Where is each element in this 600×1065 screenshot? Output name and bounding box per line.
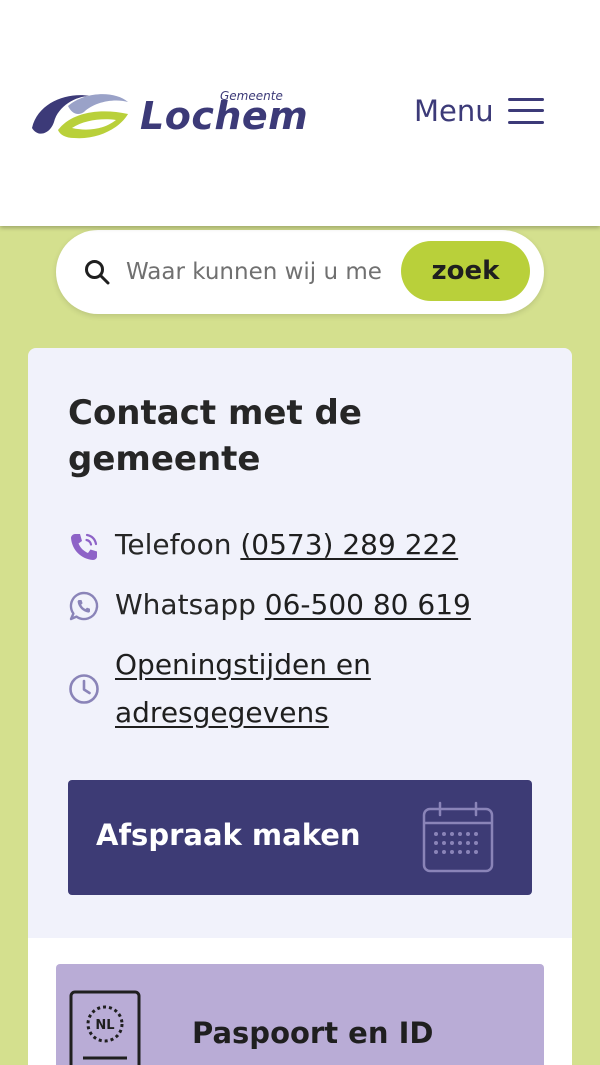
whatsapp-link[interactable]: 06-500 80 619 (265, 588, 471, 621)
phone-text: Telefoon (0573) 289 222 (115, 521, 458, 569)
phone-label: Telefoon (115, 528, 232, 561)
appointment-label: Afspraak maken (96, 818, 361, 852)
tile-label: Paspoort en ID (192, 1016, 434, 1050)
search-icon (85, 260, 110, 285)
passport-icon-text: NL (95, 1018, 114, 1033)
appointment-button[interactable]: Afspraak maken (68, 780, 532, 895)
menu-button[interactable]: Menu (414, 90, 544, 132)
search-bar: zoek (56, 230, 544, 314)
clock-icon (69, 674, 99, 704)
logo-swoosh-icon (32, 94, 128, 139)
hamburger-icon (507, 97, 544, 125)
gemeente-lochem-logo[interactable]: Gemeente Lochem (28, 86, 308, 142)
search-button[interactable]: zoek (401, 241, 530, 301)
site-header: Gemeente Lochem Menu (0, 0, 600, 226)
whatsapp-icon (69, 591, 99, 621)
calendar-icon (422, 801, 494, 873)
whatsapp-text: Whatsapp 06-500 80 619 (115, 581, 471, 629)
logo-name: Lochem (140, 94, 309, 138)
opening-hours-line1: Openingstijden en (115, 648, 371, 681)
passport-icon: NL (69, 990, 141, 1065)
services-panel: NL Paspoort en ID (28, 938, 572, 1065)
search-input[interactable] (126, 252, 382, 292)
opening-hours-link[interactable]: Openingstijden en adresgegevens (115, 641, 371, 737)
contact-title: Contact met de gemeente (68, 393, 362, 479)
whatsapp-label: Whatsapp (115, 588, 256, 621)
opening-hours-line2: adresgegevens (115, 696, 329, 729)
phone-link[interactable]: (0573) 289 222 (240, 528, 458, 561)
phone-icon (71, 533, 98, 560)
tile-paspoort-en-id[interactable]: NL Paspoort en ID (56, 964, 544, 1065)
menu-label: Menu (414, 94, 494, 128)
contact-card: Contact met de gemeente Telefoon (0573) … (28, 348, 572, 938)
